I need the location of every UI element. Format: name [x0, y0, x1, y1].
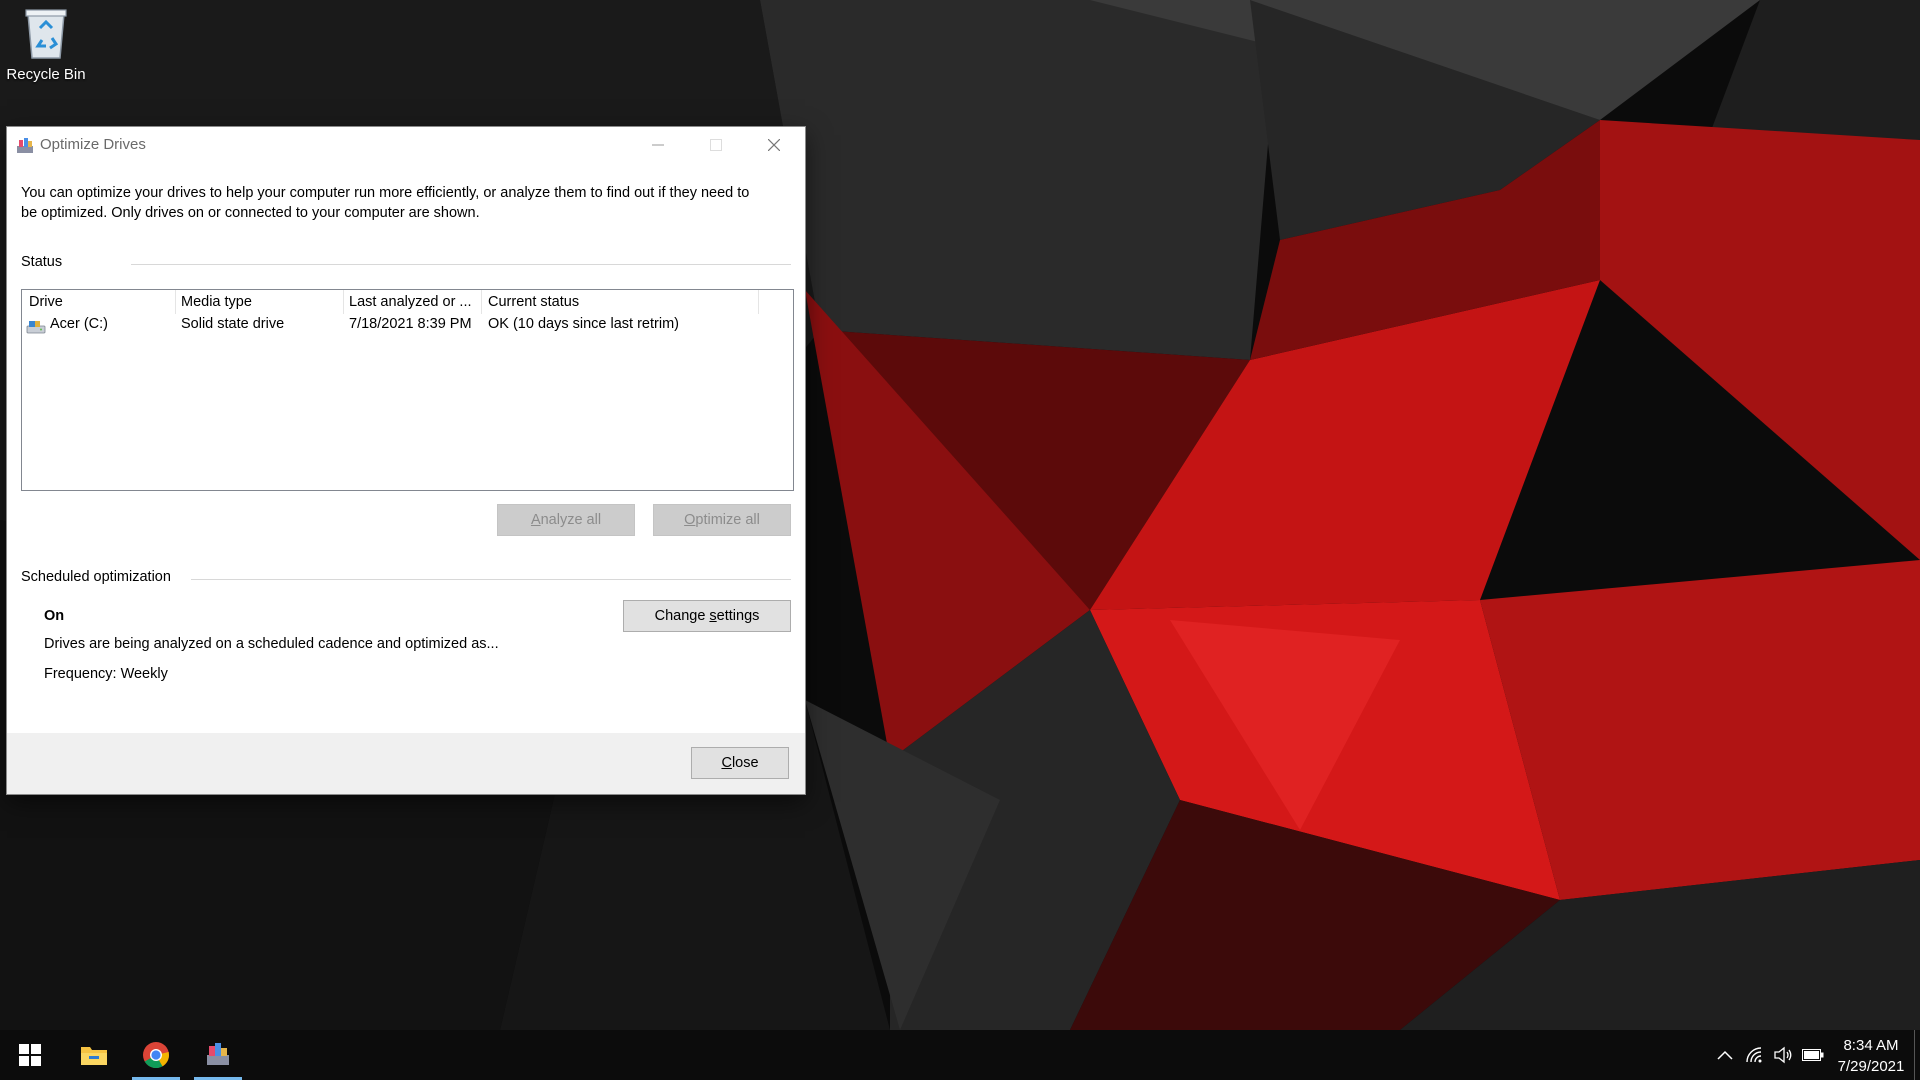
- column-separator[interactable]: [175, 290, 176, 314]
- wifi-icon: [1746, 1047, 1762, 1063]
- change-settings-label-end: ettings: [716, 608, 760, 624]
- battery-button[interactable]: [1802, 1044, 1824, 1066]
- maximize-button: [687, 127, 745, 163]
- volume-button[interactable]: [1772, 1044, 1794, 1066]
- chevron-up-icon: [1717, 1050, 1733, 1060]
- column-separator[interactable]: [343, 290, 344, 314]
- schedule-frequency: Frequency: Weekly: [44, 666, 168, 682]
- speaker-icon: [1774, 1046, 1792, 1064]
- optimize-all-label: ptimize all: [695, 512, 760, 528]
- close-accel: C: [721, 755, 732, 771]
- dialog-footer: Close: [7, 733, 805, 794]
- file-explorer-icon: [81, 1047, 107, 1065]
- table-row[interactable]: Acer (C:) Solid state drive 7/18/2021 8:…: [22, 316, 793, 338]
- minimize-button[interactable]: [629, 127, 687, 163]
- drive-last-analyzed: 7/18/2021 8:39 PM: [349, 316, 472, 332]
- column-separator[interactable]: [481, 290, 482, 314]
- analyze-all-label: nalyze all: [540, 512, 602, 528]
- start-icon: [19, 1044, 41, 1066]
- change-settings-accel: s: [709, 608, 717, 624]
- close-icon: [768, 139, 780, 151]
- optimize-drives-app-icon: [17, 138, 33, 153]
- drive-media-type: Solid state drive: [181, 316, 285, 332]
- desktop-icon-recycle-bin[interactable]: Recycle Bin: [4, 6, 88, 83]
- window-title: Optimize Drives: [40, 136, 146, 153]
- analyze-all-accel: A: [530, 512, 541, 528]
- column-header-last-analyzed[interactable]: Last analyzed or ...: [349, 294, 472, 310]
- show-hidden-icons-button[interactable]: [1714, 1044, 1736, 1066]
- column-header-media-type[interactable]: Media type: [181, 294, 252, 310]
- scheduled-optimization-label: Scheduled optimization: [21, 569, 171, 585]
- scheduled-divider: [191, 579, 791, 580]
- clock-date: 7/29/2021: [1837, 1058, 1905, 1075]
- list-header: Drive Media type Last analyzed or ... Cu…: [22, 290, 793, 314]
- analyze-all-button[interactable]: Analyze all: [497, 504, 635, 536]
- battery-icon: [1802, 1049, 1824, 1061]
- optimize-drives-window: Optimize Drives You can optimize your dr…: [7, 127, 805, 794]
- maximize-icon: [710, 139, 722, 151]
- column-separator[interactable]: [758, 290, 759, 314]
- network-button[interactable]: [1744, 1044, 1766, 1066]
- taskbar-chrome[interactable]: [128, 1030, 184, 1080]
- drive-current-status: OK (10 days since last retrim): [488, 316, 679, 332]
- recycle-bin-icon: [25, 9, 67, 59]
- drive-name: Acer (C:): [50, 316, 108, 332]
- schedule-description: Drives are being analyzed on a scheduled…: [44, 636, 499, 652]
- clock-time: 8:34 AM: [1843, 1037, 1899, 1054]
- column-header-drive[interactable]: Drive: [29, 294, 63, 310]
- close-window-button[interactable]: [745, 127, 803, 163]
- close-label: lose: [731, 755, 759, 771]
- close-button[interactable]: Close: [691, 747, 789, 779]
- chrome-icon: [143, 1042, 170, 1069]
- title-bar[interactable]: Optimize Drives: [7, 127, 805, 163]
- column-header-current-status[interactable]: Current status: [488, 294, 579, 310]
- change-settings-button[interactable]: Change s ettings: [623, 600, 791, 632]
- minimize-icon: [652, 144, 664, 146]
- status-divider: [131, 264, 791, 265]
- change-settings-label-start: Change: [654, 608, 710, 624]
- taskbar-optimize-drives[interactable]: [190, 1030, 246, 1080]
- optimize-all-button[interactable]: Optimize all: [653, 504, 791, 536]
- status-group-label: Status: [21, 254, 63, 270]
- window-description: You can optimize your drives to help you…: [21, 185, 750, 221]
- optimize-drives-icon: [207, 1043, 229, 1065]
- taskbar-file-explorer[interactable]: [66, 1030, 122, 1080]
- show-desktop-button[interactable]: [1914, 1030, 1915, 1080]
- schedule-state: On: [44, 608, 65, 624]
- taskbar-clock[interactable]: 8:34 AM 7/29/2021: [1830, 1035, 1912, 1077]
- start-button[interactable]: [2, 1030, 58, 1080]
- taskbar: 8:34 AM 7/29/2021: [0, 1030, 1920, 1080]
- optimize-all-accel: O: [684, 512, 696, 528]
- desktop-icon-label: Recycle Bin: [6, 66, 86, 83]
- drive-list[interactable]: Drive Media type Last analyzed or ... Cu…: [21, 289, 794, 491]
- drive-icon: [26, 321, 46, 334]
